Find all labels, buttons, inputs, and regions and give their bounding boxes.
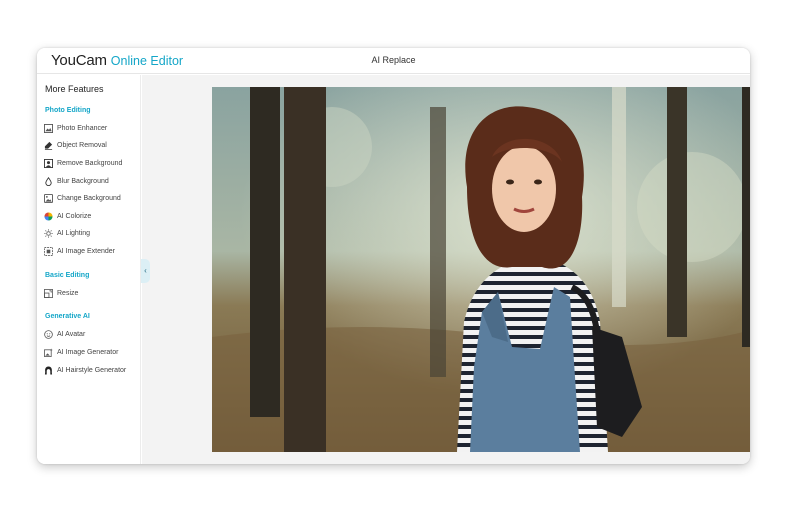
remove-background-icon	[44, 158, 53, 168]
page-title: AI Replace	[371, 55, 416, 65]
resize-icon	[44, 288, 53, 298]
section-title-photo-editing: Photo Editing	[45, 107, 91, 114]
sidebar-heading: More Features	[45, 84, 104, 94]
expand-icon	[44, 246, 53, 256]
image-generator-icon	[44, 347, 53, 357]
sidebar-item-ai-hairstyle-generator[interactable]: AI Hairstyle Generator	[44, 363, 138, 377]
sidebar-item-photo-enhancer[interactable]: Photo Enhancer	[44, 121, 138, 135]
sidebar-item-ai-avatar[interactable]: AI Avatar	[44, 327, 138, 341]
sidebar-item-label: Blur Background	[57, 177, 109, 185]
sidebar-item-label: AI Image Generator	[57, 348, 119, 356]
color-wheel-icon	[44, 211, 53, 221]
sidebar-item-label: Object Removal	[57, 141, 107, 149]
feature-sidebar: More Features Photo Editing Photo Enhanc…	[37, 75, 141, 464]
sidebar-item-label: AI Avatar	[57, 330, 86, 338]
sidebar-item-label: AI Hairstyle Generator	[57, 366, 127, 374]
sidebar-item-ai-lighting[interactable]: AI Lighting	[44, 226, 138, 240]
section-title-basic-editing: Basic Editing	[45, 272, 90, 279]
sidebar-item-change-background[interactable]: Change Background	[44, 191, 138, 205]
sidebar-item-resize[interactable]: Resize	[44, 286, 138, 300]
drop-icon	[45, 176, 52, 186]
sidebar-item-remove-background[interactable]: Remove Background	[44, 156, 138, 170]
collapse-sidebar-button[interactable]: ‹	[141, 259, 150, 283]
hairstyle-icon	[44, 365, 53, 375]
photo-enhancer-icon	[44, 123, 53, 133]
avatar-icon	[44, 329, 53, 339]
editor-window: YouCam Online Editor AI Replace More Feat…	[37, 48, 750, 464]
sidebar-item-label: Photo Enhancer	[57, 124, 108, 132]
top-bar: YouCam Online Editor AI Replace	[37, 48, 750, 74]
sidebar-item-blur-background[interactable]: Blur Background	[44, 174, 138, 188]
sidebar-item-label: Remove Background	[57, 159, 123, 167]
sidebar-item-ai-image-generator[interactable]: AI Image Generator	[44, 345, 138, 359]
eraser-icon	[44, 141, 53, 150]
sidebar-item-ai-colorize[interactable]: AI Colorize	[44, 209, 138, 223]
chevron-left-icon: ‹	[144, 266, 147, 275]
sidebar-item-label: AI Image Extender	[57, 247, 115, 255]
change-background-icon	[44, 193, 53, 203]
sidebar-item-object-removal[interactable]: Object Removal	[44, 138, 138, 152]
editor-canvas	[142, 75, 750, 464]
sidebar-item-ai-image-extender[interactable]: AI Image Extender	[44, 244, 138, 258]
sidebar-item-label: Change Background	[57, 194, 121, 202]
section-title-generative-ai: Generative AI	[45, 313, 90, 320]
edited-photo[interactable]	[212, 87, 750, 452]
sun-icon	[44, 228, 53, 238]
sidebar-item-label: AI Colorize	[57, 212, 92, 220]
sidebar-item-label: Resize	[57, 289, 79, 297]
sidebar-item-label: AI Lighting	[57, 229, 91, 237]
